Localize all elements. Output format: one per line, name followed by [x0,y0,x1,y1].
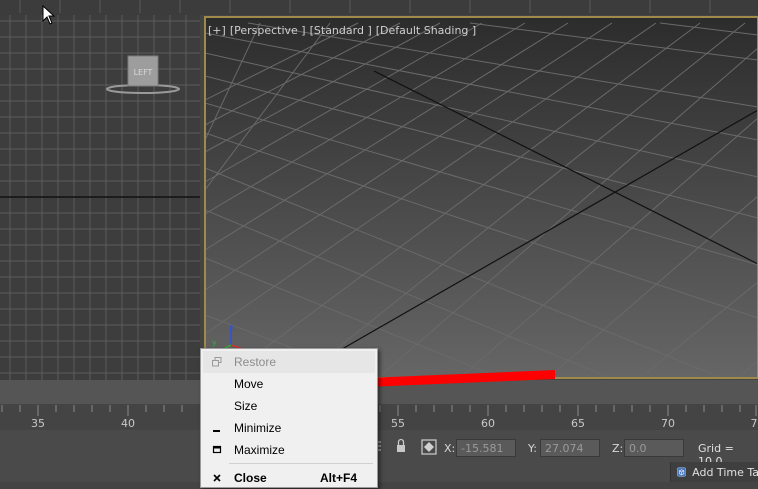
maximize-icon [211,439,223,461]
x-coord-field[interactable]: -15.581 [456,439,516,457]
trackbar-tick-label: 35 [31,417,45,430]
window-system-menu: Restore Move Size Minimize Maximize Clos… [200,348,378,488]
menu-item-label: Minimize [234,421,282,435]
viewport-label-menu[interactable]: [+] [Perspective ] [Standard ] [Default Sha… [208,24,480,37]
menu-item-minimize[interactable]: Minimize [203,417,375,439]
menu-item-label: Move [234,377,264,391]
z-coord-label: Z: [612,442,624,455]
menu-item-label: Maximize [234,443,285,457]
svg-text:z: z [229,323,233,332]
mouse-cursor-icon [42,5,56,25]
scene: LEFT z y [0,0,758,482]
trackbar-tick-label: 70 [661,417,675,430]
viewport-top-strip [0,0,758,15]
menu-item-move[interactable]: Move [203,373,375,395]
left-viewport[interactable]: LEFT [0,15,200,380]
trackbar[interactable] [0,404,758,430]
perspective-viewport[interactable]: z y [204,16,758,379]
trackbar-tick-label: 55 [391,417,405,430]
viewport-label-view[interactable]: [Perspective ] [230,24,306,37]
trackbar-tick-label: 7 [750,417,758,430]
viewport-label-shading-mode[interactable]: [Standard ] [310,24,372,37]
trackbar-tick-label: 40 [121,417,135,430]
menu-item-shortcut: Alt+F4 [320,471,358,485]
menu-item-label: Size [234,399,258,413]
trackbar-tick-label: 60 [481,417,495,430]
menu-item-close[interactable]: Close Alt+F4 [203,467,375,489]
add-time-tag-button[interactable]: Add Time Ta [670,462,758,482]
menu-item-label: Restore [234,355,277,369]
viewport-label-plus[interactable]: [+] [208,24,226,37]
time-tag-icon [677,467,687,477]
trackbar-tick-label: 65 [571,417,585,430]
z-coord-field[interactable]: 0.0 [624,439,684,457]
menu-item-size[interactable]: Size [203,395,375,417]
restore-icon [211,351,223,373]
menu-item-restore[interactable]: Restore [203,351,375,373]
viewcube-face-label: LEFT [134,68,153,77]
svg-text:y: y [212,338,217,347]
menu-item-label: Close [234,471,267,485]
minimize-icon [211,417,223,439]
viewport-label-display[interactable]: [Default Shading ] [376,24,476,37]
y-coord-label: Y: [528,442,537,455]
close-icon [211,467,223,489]
x-coord-label: X: [444,442,456,455]
menu-item-maximize[interactable]: Maximize [203,439,375,461]
menu-separator [229,463,373,464]
add-time-tag-label: Add Time Ta [692,465,758,479]
y-coord-field[interactable]: 27.074 [540,439,600,457]
